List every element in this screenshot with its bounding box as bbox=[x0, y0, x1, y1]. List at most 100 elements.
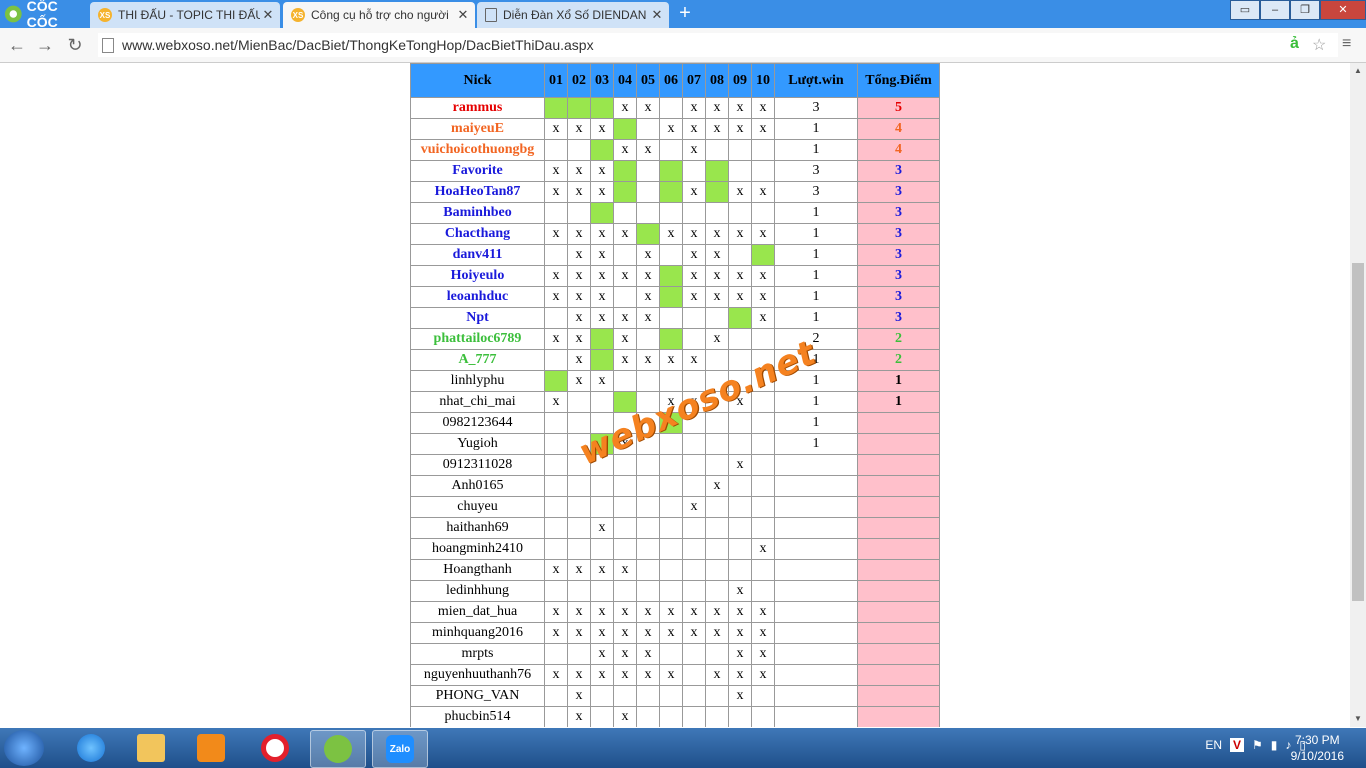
points-cell: 5 bbox=[857, 97, 940, 119]
coccoc-logo[interactable]: CỐC CỐC bbox=[0, 0, 88, 30]
close-icon[interactable]: ✕ bbox=[260, 7, 276, 23]
day-cell: x bbox=[728, 118, 752, 140]
day-cell: x bbox=[751, 643, 775, 665]
taskbar-file-explorer[interactable] bbox=[124, 730, 178, 766]
tab-cong-cu[interactable]: XS Công cụ hỗ trợ cho người ✕ bbox=[283, 2, 475, 28]
tab-dien-dan[interactable]: Diễn Đàn Xổ Số DIENDAN ✕ bbox=[477, 2, 669, 28]
day-cell bbox=[705, 307, 729, 329]
day-cell: x bbox=[728, 454, 752, 476]
clock-date: 9/10/2016 bbox=[1290, 749, 1344, 763]
day-cell: x bbox=[636, 265, 660, 287]
day-cell: x bbox=[590, 601, 614, 623]
zalo-icon: Zalo bbox=[386, 735, 414, 763]
maximize-button[interactable]: ❐ bbox=[1290, 0, 1320, 20]
day-cell: x bbox=[705, 601, 729, 623]
table-header-row: Nick 01 02 03 04 05 06 07 08 09 10 Lượt.win Tổng.Điể… bbox=[410, 63, 940, 98]
language-indicator[interactable]: EN bbox=[1205, 738, 1222, 752]
taskbar-media-player[interactable] bbox=[184, 730, 238, 766]
taskbar-opera[interactable] bbox=[248, 730, 302, 766]
day-cell bbox=[544, 643, 568, 665]
day-cell bbox=[705, 517, 729, 539]
day-cell bbox=[682, 643, 706, 665]
taskbar-coccoc[interactable] bbox=[310, 730, 366, 768]
day-cell: x bbox=[613, 664, 637, 686]
day-cell bbox=[728, 328, 752, 350]
day-cell bbox=[544, 307, 568, 329]
url-input[interactable]: www.webxoso.net/MienBac/DacBiet/ThongKeT… bbox=[98, 33, 1338, 57]
scrollbar[interactable]: ▲ ▼ bbox=[1350, 63, 1366, 727]
points-cell: 3 bbox=[857, 307, 940, 329]
antivirus-icon[interactable]: V bbox=[1230, 738, 1245, 752]
win-cell bbox=[590, 97, 614, 119]
table-row: Hoangthanh x x x x bbox=[410, 559, 940, 581]
points-cell bbox=[857, 706, 940, 727]
flag-icon[interactable]: ⚑ bbox=[1252, 738, 1263, 752]
close-icon[interactable]: ✕ bbox=[455, 7, 471, 23]
day-cell: x bbox=[751, 538, 775, 560]
day-cell: x bbox=[705, 622, 729, 644]
clock[interactable]: 7:30 PM 9/10/2016 bbox=[1291, 732, 1344, 764]
day-cell: x bbox=[636, 622, 660, 644]
day-cell bbox=[636, 370, 660, 392]
table-row: Yugioh x 1 bbox=[410, 433, 940, 455]
day-cell: x bbox=[613, 622, 637, 644]
bookmark-star-icon[interactable]: ☆ bbox=[1312, 35, 1326, 55]
day-cell bbox=[544, 202, 568, 224]
day-cell bbox=[682, 538, 706, 560]
minimize-button[interactable]: – bbox=[1260, 0, 1290, 20]
day-cell bbox=[613, 244, 637, 266]
close-window-button[interactable]: ✕ bbox=[1320, 0, 1366, 20]
points-cell: 3 bbox=[857, 265, 940, 287]
day-cell: x bbox=[567, 559, 591, 581]
close-icon[interactable]: ✕ bbox=[649, 7, 665, 23]
xs-favicon-icon: XS bbox=[291, 8, 305, 22]
nick-cell: PHONG_VAN bbox=[410, 685, 545, 707]
day-cell: x bbox=[590, 118, 614, 140]
day-cell bbox=[636, 559, 660, 581]
nick-cell: Npt bbox=[410, 307, 545, 329]
taskbar-zalo[interactable]: Zalo bbox=[372, 730, 428, 768]
back-icon[interactable]: ← bbox=[6, 34, 28, 56]
day-cell bbox=[636, 118, 660, 140]
day-cell: x bbox=[567, 265, 591, 287]
scrollbar-thumb[interactable] bbox=[1352, 263, 1364, 601]
table-row: 0912311028 x bbox=[410, 454, 940, 476]
day-cell: x bbox=[613, 706, 637, 727]
win-count-cell: 1 bbox=[774, 370, 858, 392]
table-row: minhquang2016 x x x x x x x x x x bbox=[410, 622, 940, 644]
day-cell bbox=[613, 202, 637, 224]
day-cell bbox=[544, 496, 568, 518]
new-tab-button[interactable]: + bbox=[676, 3, 694, 23]
scroll-down-icon[interactable]: ▼ bbox=[1350, 711, 1366, 727]
reload-icon[interactable]: ↻ bbox=[64, 34, 86, 56]
day-cell: x bbox=[705, 244, 729, 266]
table-row: mien_dat_hua x x x x x x x x x x bbox=[410, 601, 940, 623]
day-cell bbox=[751, 706, 775, 727]
win-cell bbox=[567, 97, 591, 119]
taskbar-internet-explorer[interactable] bbox=[64, 730, 118, 766]
account-icon[interactable]: ▭ bbox=[1230, 0, 1260, 20]
day-cell bbox=[705, 412, 729, 434]
scroll-up-icon[interactable]: ▲ bbox=[1350, 63, 1366, 79]
day-cell bbox=[751, 475, 775, 497]
forward-icon[interactable]: → bbox=[34, 34, 56, 56]
menu-icon[interactable]: ≡ bbox=[1342, 35, 1351, 53]
start-button[interactable] bbox=[4, 730, 44, 766]
tab-thi-dau[interactable]: XS THI ĐẤU - TOPIC THI ĐẤU ✕ bbox=[90, 2, 280, 28]
day-cell: x bbox=[636, 97, 660, 119]
header-nick: Nick bbox=[410, 63, 545, 98]
header-col-01: 01 bbox=[544, 63, 568, 98]
nick-cell: rammus bbox=[410, 97, 545, 119]
day-cell: x bbox=[682, 244, 706, 266]
media-player-icon bbox=[197, 734, 225, 762]
day-cell: x bbox=[590, 664, 614, 686]
day-cell bbox=[544, 454, 568, 476]
network-icon[interactable]: ▮ bbox=[1271, 738, 1278, 752]
nick-cell: phucbin514 bbox=[410, 706, 545, 727]
day-cell: x bbox=[544, 622, 568, 644]
points-cell bbox=[857, 622, 940, 644]
day-cell: x bbox=[613, 433, 637, 455]
header-col-05: 05 bbox=[636, 63, 660, 98]
translate-icon[interactable]: ả bbox=[1290, 35, 1299, 53]
nick-cell: linhlyphu bbox=[410, 370, 545, 392]
